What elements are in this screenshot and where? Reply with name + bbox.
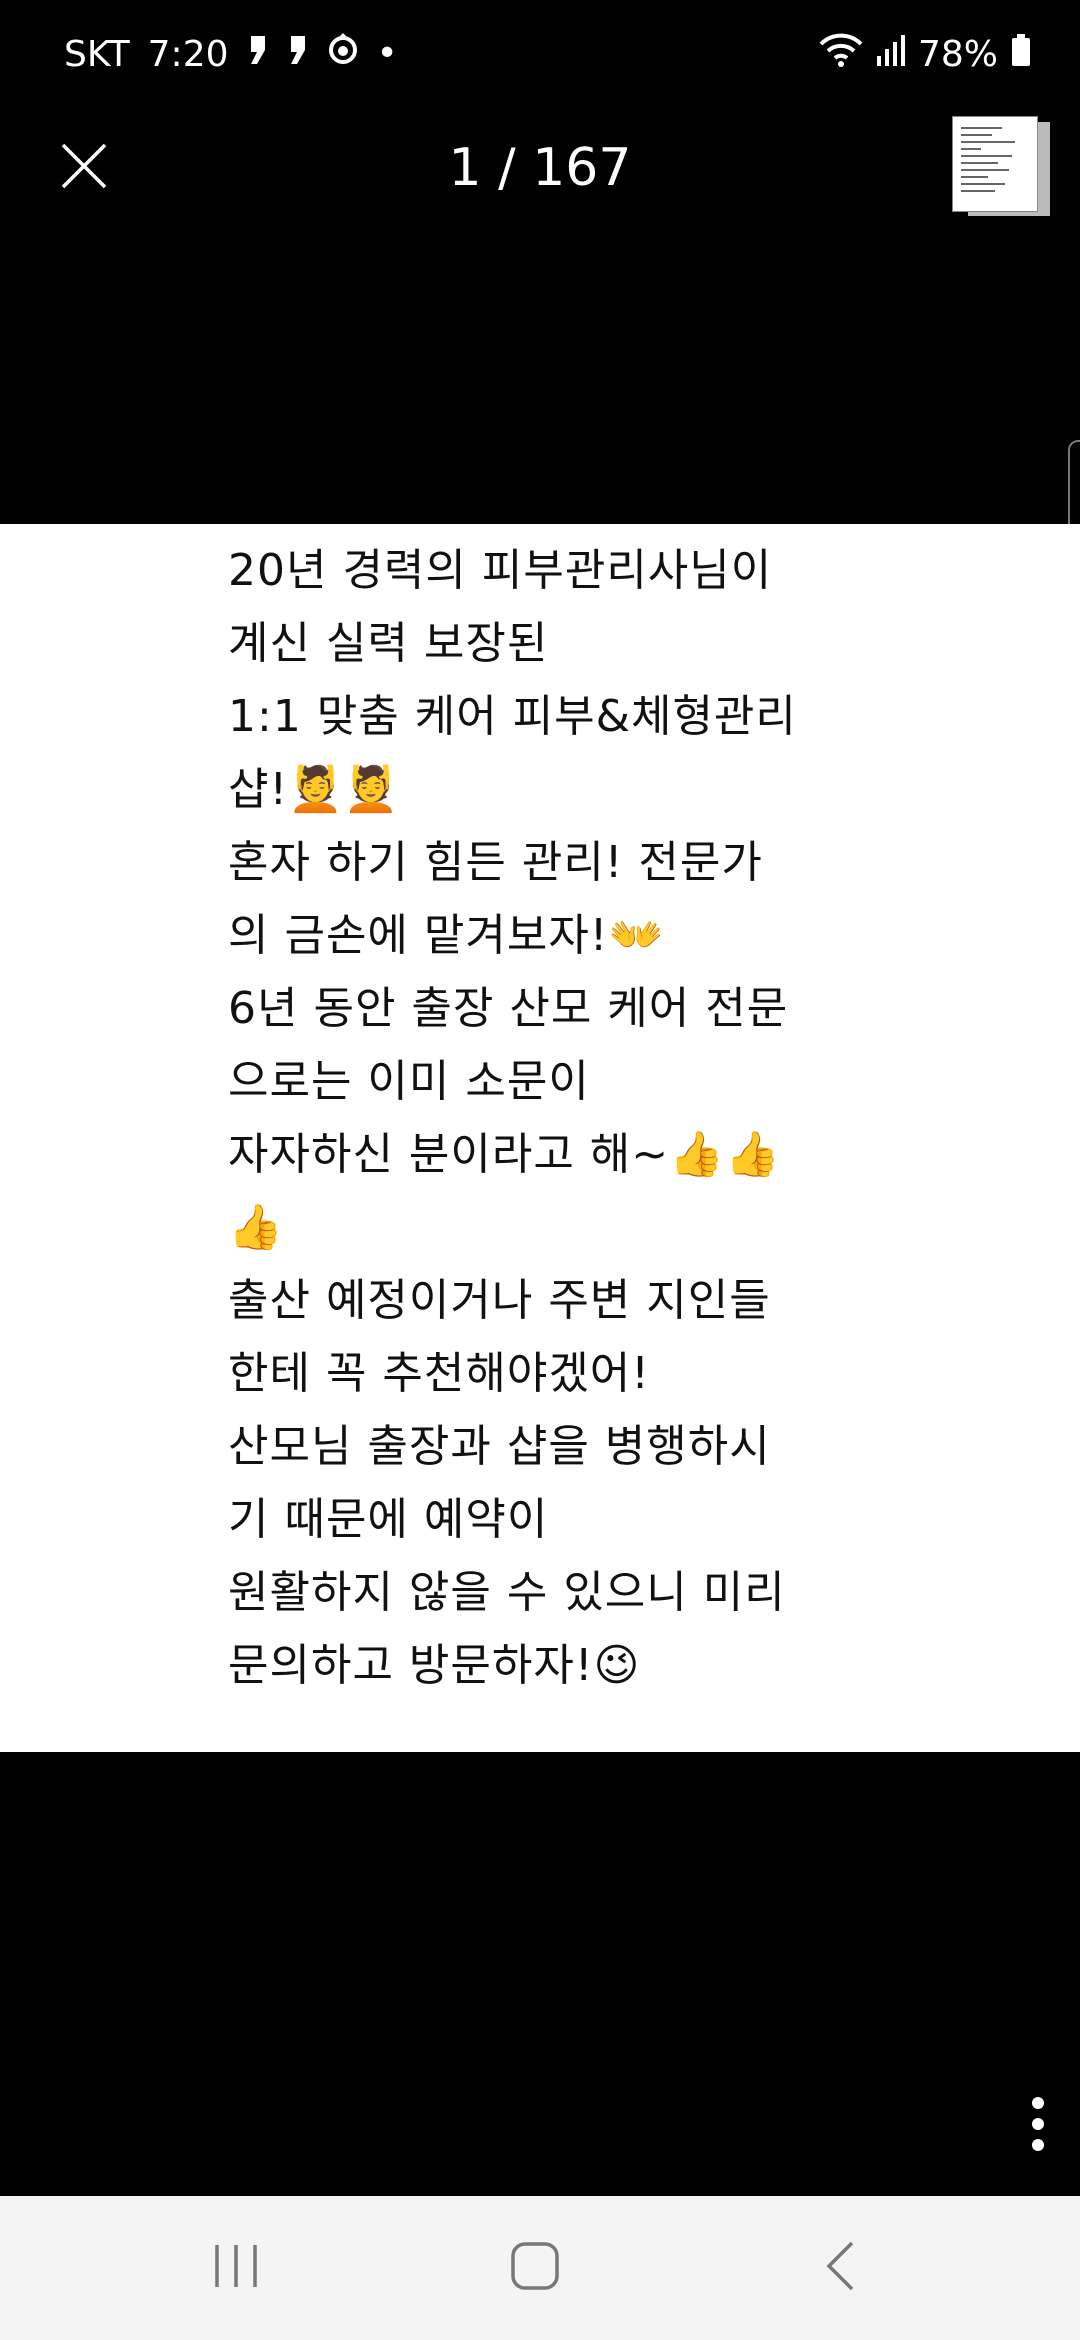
page-text-line: 혼자 하기 힘든 관리! 전문가	[228, 837, 763, 888]
page-text-line: 한테 꼭 추천해야겠어!	[228, 1348, 650, 1399]
page-text-line: 20년 경력의 피부관리사님이	[228, 545, 773, 596]
status-left: SKT 7:20 •	[64, 26, 398, 82]
page-text-line: 1:1 맞춤 케어 피부&체형관리	[228, 691, 797, 742]
more-notifications-dot: •	[376, 33, 398, 74]
page-text-line: 산모님 출장과 샵을 병행하시	[228, 1421, 771, 1472]
page-text-line: 기 때문에 예약이	[228, 1494, 549, 1545]
wifi-icon	[818, 32, 864, 77]
page-image[interactable]: 20년 경력의 피부관리사님이계신 실력 보장된 1:1 맞춤 케어 피부&체형관…	[0, 524, 1080, 1752]
page-text-line: 6년 동안 출장 산모 케어 전문	[228, 983, 789, 1034]
page-text-line: 의 금손에 맡겨보자!👐	[228, 910, 665, 961]
home-button[interactable]	[475, 2232, 595, 2304]
location-icon	[327, 32, 359, 77]
carrier-label: SKT	[64, 33, 130, 75]
viewer-top-bar: 1 / 167	[0, 108, 1080, 224]
page-text: 20년 경력의 피부관리사님이계신 실력 보장된 1:1 맞춤 케어 피부&체형관…	[228, 534, 868, 1702]
back-button[interactable]	[780, 2232, 900, 2304]
thumbnail-preview	[952, 116, 1038, 212]
message-icon	[247, 32, 269, 77]
clock: 7:20	[147, 33, 229, 75]
thumbnail-button[interactable]	[950, 114, 1050, 218]
page-text-line: 샵!💆💆	[228, 764, 400, 815]
message-icon	[287, 32, 309, 77]
more-vertical-icon	[1030, 2096, 1046, 2156]
status-bar: SKT 7:20 • 78%	[0, 0, 1080, 108]
home-icon	[510, 2241, 560, 2295]
page-text-line: 계신 실력 보장된	[228, 618, 549, 669]
page-text-line: 문의하고 방문하자!😉	[228, 1640, 641, 1691]
more-options-button[interactable]	[1008, 2090, 1068, 2162]
battery-percent: 78%	[917, 33, 998, 75]
page-text-line: 👍	[228, 1202, 284, 1253]
page-text-line: 으로는 이미 소문이	[228, 1056, 590, 1107]
page-text-line: 자자하신 분이라고 해~👍👍	[228, 1129, 781, 1180]
page-text-line: 원활하지 않을 수 있으니 미리	[228, 1567, 786, 1618]
recents-icon	[211, 2243, 261, 2293]
back-icon	[824, 2240, 856, 2296]
image-viewer-screen: SKT 7:20 • 78% 1 / 167 20년 경력의 피부관리사님이 계…	[0, 0, 1080, 2340]
status-right: 78%	[818, 26, 1032, 82]
recents-button[interactable]	[176, 2232, 296, 2304]
signal-icon	[876, 32, 906, 77]
battery-icon	[1010, 32, 1032, 77]
page-counter: 1 / 167	[448, 138, 632, 198]
page-text-line: 출산 예정이거나 주변 지인들	[228, 1275, 771, 1326]
navigation-bar	[0, 2196, 1080, 2340]
